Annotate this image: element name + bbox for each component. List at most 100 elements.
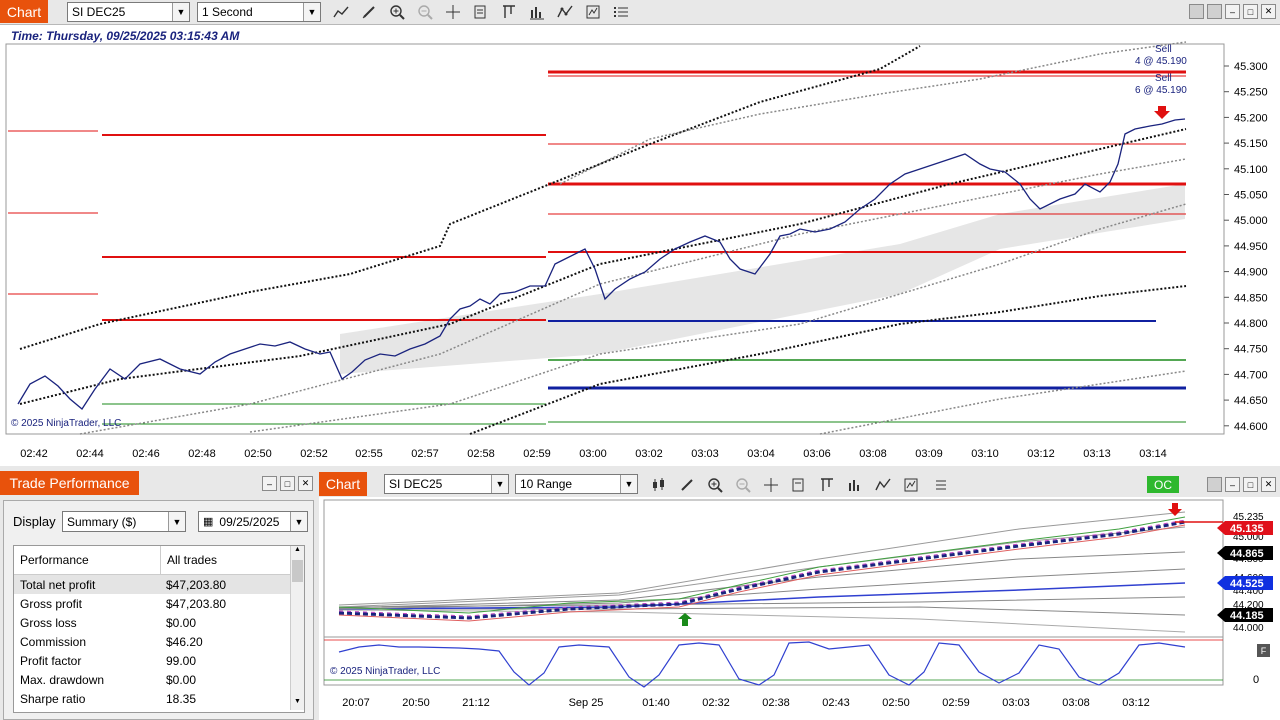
oc-button[interactable]: OC <box>1147 476 1179 493</box>
close-button[interactable]: ✕ <box>1261 4 1276 19</box>
metric-name: Gross profit <box>20 596 83 611</box>
price-tick-label: 44.650 <box>1234 395 1268 407</box>
bar-chart-icon[interactable] <box>526 1 548 23</box>
instrument-select[interactable]: SI DEC25 ▼ <box>67 2 190 22</box>
chevron-down-icon: ▼ <box>491 475 508 493</box>
scroll-down-icon[interactable]: ▼ <box>291 698 304 710</box>
trade-performance-tab[interactable]: Trade Performance <box>0 471 139 495</box>
time-tick-label: 03:04 <box>747 448 775 460</box>
chart2-canvas[interactable]: © 2025 NinjaTrader, LLC 0 45.23545.13545… <box>319 497 1280 720</box>
data-box-icon[interactable] <box>470 1 492 23</box>
annotation-detail: 4 @ 45.190 <box>1135 56 1187 67</box>
time-tick-label: 02:48 <box>188 448 216 460</box>
table-row[interactable]: Gross loss $0.00 <box>14 613 304 632</box>
chart2-tab[interactable]: Chart <box>319 472 367 496</box>
chart1-canvas[interactable]: 45.300 45.250 45.200 45.150 45.100 45.050 45.0… <box>0 24 1280 465</box>
chart2-tab-label: Chart <box>325 476 361 492</box>
metric-value: 18.35 <box>166 691 197 706</box>
minimize-button[interactable]: – <box>1225 477 1240 492</box>
indicators-icon[interactable] <box>872 474 894 496</box>
chart-style-icon[interactable] <box>330 1 352 23</box>
maximize-button[interactable]: □ <box>1243 4 1258 19</box>
data-box-icon[interactable] <box>788 474 810 496</box>
properties-icon[interactable] <box>928 474 950 496</box>
instrument-select-2[interactable]: SI DEC25 ▼ <box>384 474 509 494</box>
crosshair-icon[interactable] <box>760 474 782 496</box>
time-tick-label: 02:52 <box>300 448 328 460</box>
time-tick-label: 03:02 <box>635 448 663 460</box>
time-tick-label: 02:50 <box>882 697 910 709</box>
indicator-button[interactable]: F <box>1257 644 1270 657</box>
minimize-button[interactable]: – <box>1225 4 1240 19</box>
chart1-window-controls: – □ ✕ <box>1189 4 1276 19</box>
calendar-icon: ▦ <box>203 516 214 528</box>
tile-icon[interactable] <box>1207 477 1222 492</box>
maximize-button[interactable]: □ <box>280 476 295 491</box>
table-row[interactable]: Gross profit $47,203.80 <box>14 594 304 613</box>
instrument-value: SI DEC25 <box>389 477 443 491</box>
price-badge-label: 45.135 <box>1230 523 1264 535</box>
crosshair-icon[interactable] <box>442 1 464 23</box>
chart-copyright: © 2025 NinjaTrader, LLC <box>11 418 121 429</box>
close-button[interactable]: ✕ <box>298 476 313 491</box>
candlestick-icon[interactable] <box>648 474 670 496</box>
chart-tab[interactable]: Chart <box>0 0 48 23</box>
chart2-window-controls: – □ ✕ <box>1207 477 1276 492</box>
scrollbar-thumb[interactable] <box>292 560 303 582</box>
price-tick-label: 44.900 <box>1234 267 1268 279</box>
table-row[interactable]: Profit factor 99.00 <box>14 651 304 670</box>
metric-name: Max. drawdown <box>20 672 105 687</box>
table-row[interactable]: Max. drawdown $0.00 <box>14 670 304 689</box>
draw-objects-icon[interactable] <box>498 1 520 23</box>
properties-icon[interactable] <box>610 1 632 23</box>
time-tick-label: 01:40 <box>642 697 670 709</box>
interval-value: 1 Second <box>202 5 253 19</box>
zoom-in-icon[interactable] <box>386 1 408 23</box>
time-tick-label: 03:08 <box>1062 697 1090 709</box>
column-header[interactable]: Performance <box>14 546 161 574</box>
draw-objects-icon[interactable] <box>816 474 838 496</box>
price-tick-label: 45.200 <box>1234 112 1268 124</box>
indicators-icon[interactable] <box>554 1 576 23</box>
strategies-icon[interactable] <box>582 1 604 23</box>
close-button[interactable]: ✕ <box>1261 477 1276 492</box>
annotation-detail: 6 @ 45.190 <box>1135 85 1187 96</box>
time-tick-label: 02:57 <box>411 448 439 460</box>
time-tick-label: 03:10 <box>971 448 999 460</box>
zoom-in-icon[interactable] <box>704 474 726 496</box>
zoom-out-icon[interactable] <box>732 474 754 496</box>
time-tick-label: 02:55 <box>355 448 383 460</box>
date-picker[interactable]: ▦ 09/25/2025 ▼ <box>198 511 308 532</box>
price-tick-label: 44.800 <box>1234 318 1268 330</box>
chevron-down-icon: ▼ <box>168 512 185 531</box>
scroll-up-icon[interactable]: ▲ <box>291 546 304 558</box>
trade-performance-panel: Trade Performance – □ ✕ Display Summary … <box>0 471 316 720</box>
column-header[interactable]: All trades <box>161 546 217 574</box>
chevron-down-icon: ▼ <box>172 3 189 21</box>
minimize-button[interactable]: – <box>262 476 277 491</box>
time-tick-label: 02:46 <box>132 448 160 460</box>
pencil-icon[interactable] <box>358 1 380 23</box>
tile-icon[interactable] <box>1207 4 1222 19</box>
maximize-button[interactable]: □ <box>1243 477 1258 492</box>
scrollbar[interactable]: ▲ ▼ <box>290 546 304 710</box>
time-tick-label: 02:38 <box>762 697 790 709</box>
strategies-icon[interactable] <box>900 474 922 496</box>
tp-window-controls: – □ ✕ <box>262 476 313 491</box>
interval-select-2[interactable]: 10 Range ▼ <box>515 474 638 494</box>
tile-icon[interactable] <box>1189 4 1204 19</box>
pencil-icon[interactable] <box>676 474 698 496</box>
table-row[interactable]: Sharpe ratio 18.35 <box>14 689 304 708</box>
time-tick-label: 02:59 <box>942 697 970 709</box>
zoom-out-icon[interactable] <box>414 1 436 23</box>
time-tick-label: 02:32 <box>702 697 730 709</box>
price-tick-label: 45.300 <box>1234 61 1268 73</box>
price-tick-label: 45.150 <box>1234 138 1268 150</box>
interval-select[interactable]: 1 Second ▼ <box>197 2 321 22</box>
table-row[interactable]: Total net profit $47,203.80 <box>14 575 304 594</box>
chart-toolbar <box>330 0 632 24</box>
table-row[interactable]: Commission $46.20 <box>14 632 304 651</box>
display-select[interactable]: Summary ($) ▼ <box>62 511 186 532</box>
metric-value: $0.00 <box>166 672 197 687</box>
bar-chart-icon[interactable] <box>844 474 866 496</box>
